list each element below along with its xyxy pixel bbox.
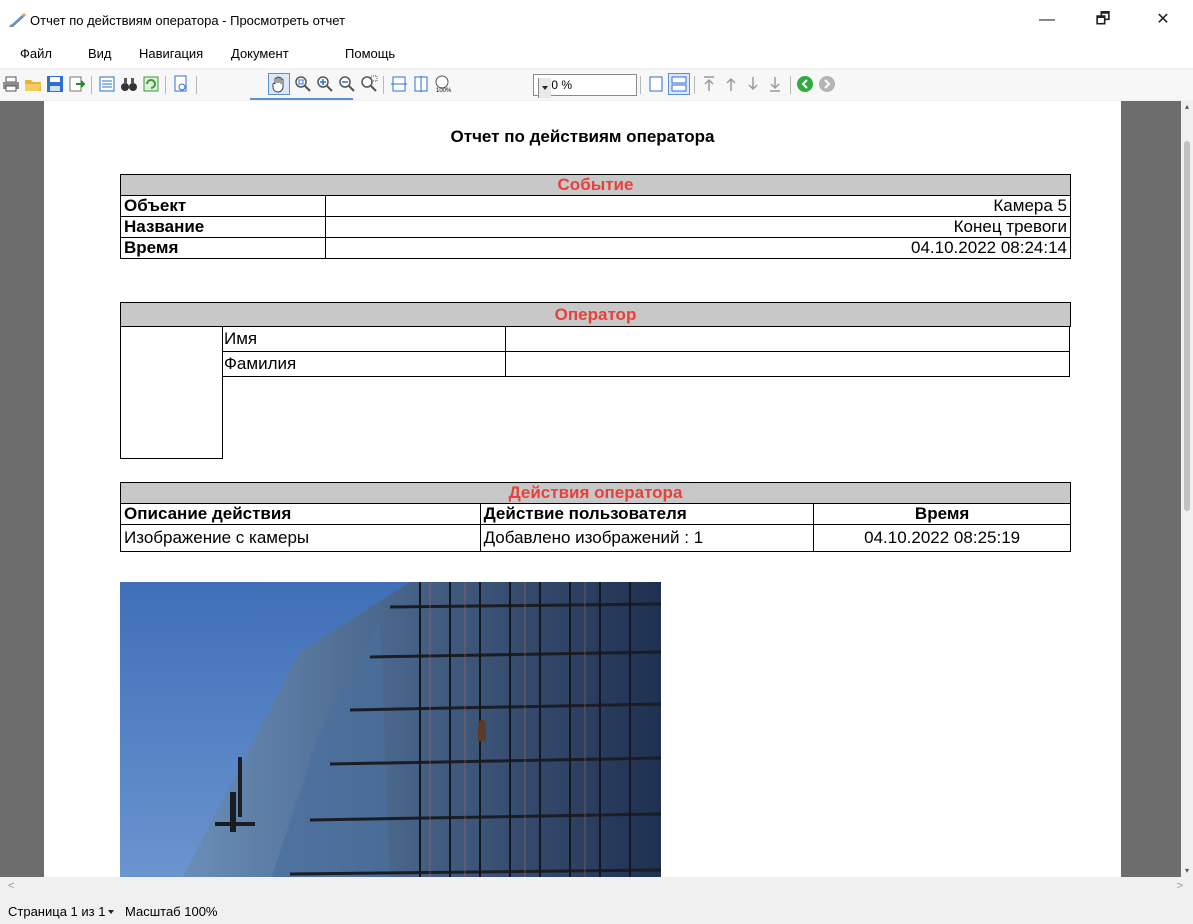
operator-label: Имя (222, 327, 506, 351)
svg-text:100%: 100% (436, 88, 452, 93)
camera-image (120, 582, 661, 877)
tool-group-indicator (250, 98, 353, 100)
print-icon[interactable] (0, 73, 22, 95)
toolbar-separator (196, 76, 197, 94)
document-viewport[interactable]: Отчет по действиям оператора Событие Объ… (0, 101, 1193, 877)
menu-bar: Файл Вид Навигация Документ Помощь (0, 40, 1193, 68)
export-icon[interactable] (66, 73, 88, 95)
report-title: Отчет по действиям оператора (450, 127, 715, 146)
actions-table: Действия оператора Описание действия Дей… (120, 482, 1071, 552)
toolbar-separator (165, 76, 166, 94)
menu-help[interactable]: Помощь (345, 46, 395, 61)
fit-width-icon[interactable] (388, 73, 410, 95)
last-page-icon[interactable] (764, 73, 786, 95)
zoom-in-icon[interactable] (314, 73, 336, 95)
open-icon[interactable] (22, 73, 44, 95)
table-row: Фамилия (222, 351, 1070, 377)
menu-navigation[interactable]: Навигация (139, 46, 203, 61)
table-row: Объект Камера 5 (120, 195, 1072, 217)
two-page-icon[interactable] (668, 73, 690, 95)
prev-page-icon[interactable] (720, 73, 742, 95)
operator-section-header: Оператор (120, 302, 1071, 327)
report-page: Отчет по действиям оператора Событие Объ… (44, 101, 1121, 877)
minimize-button[interactable]: — (1024, 0, 1070, 40)
actions-section-header: Действия оператора (120, 482, 1071, 504)
column-header: Время (813, 503, 1071, 525)
toolbar-separator (694, 76, 695, 94)
back-icon[interactable] (794, 73, 816, 95)
maximize-button[interactable]: 🗗 (1080, 0, 1126, 40)
zoom-indicator: Масштаб 100% (125, 904, 218, 919)
zoom-rect-icon[interactable] (292, 73, 314, 95)
window-title: Отчет по действиям оператора - Просмотре… (30, 13, 346, 28)
column-header: Описание действия (120, 503, 481, 525)
event-value: 04.10.2022 08:24:14 (324, 237, 1072, 259)
table-row: Событие (120, 174, 1071, 196)
vertical-scrollbar[interactable]: ▴ ▾ (1181, 101, 1193, 877)
scroll-down-icon[interactable]: ▾ (1183, 867, 1191, 875)
operator-label: Фамилия (222, 352, 506, 376)
operator-photo (120, 326, 223, 459)
table-row: Изображение с камеры Добавлено изображен… (120, 524, 1071, 552)
toc-icon[interactable] (96, 73, 118, 95)
action-description: Изображение с камеры (120, 524, 481, 552)
app-icon (8, 12, 26, 28)
event-value: Конец тревоги (324, 216, 1072, 238)
horizontal-scrollbar[interactable]: < > (0, 877, 1193, 895)
zoom-combobox[interactable]: 100 % (533, 74, 637, 98)
menu-view[interactable]: Вид (88, 46, 112, 61)
scroll-up-icon[interactable]: ▴ (1183, 103, 1191, 111)
menu-document[interactable]: Документ (231, 46, 289, 61)
toolbar-separator (790, 76, 791, 94)
hand-icon[interactable] (268, 73, 290, 95)
menu-file[interactable]: Файл (20, 46, 52, 61)
table-row: Имя (222, 326, 1070, 352)
toolbar: 100% 100 % (0, 70, 1193, 100)
zoom-out-icon[interactable] (336, 73, 358, 95)
save-icon[interactable] (44, 73, 66, 95)
page-indicator[interactable]: Страница 1 из 1 (8, 904, 105, 919)
zoom-region-icon[interactable] (358, 73, 380, 95)
event-section-header: Событие (120, 174, 1071, 196)
table-header-row: Описание действия Действие пользователя … (120, 503, 1071, 525)
action-time: 04.10.2022 08:25:19 (813, 524, 1071, 552)
operator-block: Оператор Имя Фамилия (120, 302, 1071, 459)
chevron-down-icon[interactable] (108, 910, 114, 914)
page-setup-icon[interactable] (170, 73, 192, 95)
close-button[interactable]: ✕ (1140, 0, 1186, 40)
scroll-thumb[interactable] (1184, 141, 1190, 511)
chevron-down-icon[interactable] (538, 78, 551, 98)
event-value: Камера 5 (324, 195, 1072, 217)
toolbar-separator (383, 76, 384, 94)
first-page-icon[interactable] (698, 73, 720, 95)
table-row: Название Конец тревоги (120, 216, 1072, 238)
find-icon[interactable] (118, 73, 140, 95)
refresh-icon[interactable] (140, 73, 162, 95)
action-user: Добавлено изображений : 1 (479, 524, 815, 552)
event-label: Объект (120, 195, 326, 217)
event-table: Событие Объект Камера 5 Название Конец тре… (120, 174, 1072, 259)
zoom-100-icon[interactable]: 100% (432, 73, 454, 95)
event-label: Время (120, 237, 326, 259)
fit-page-icon[interactable] (410, 73, 432, 95)
toolbar-separator (91, 76, 92, 94)
event-label: Название (120, 216, 326, 238)
table-row: Время 04.10.2022 08:24:14 (120, 237, 1072, 259)
column-header: Действие пользователя (479, 503, 815, 525)
table-row: Действия оператора (120, 482, 1071, 504)
title-bar: Отчет по действиям оператора - Просмотре… (0, 0, 1193, 40)
single-page-icon[interactable] (645, 73, 667, 95)
scroll-right-icon[interactable]: > (1177, 880, 1183, 892)
toolbar-separator (640, 76, 641, 94)
status-bar: Страница 1 из 1 Масштаб 100% (0, 895, 1193, 924)
next-page-icon[interactable] (742, 73, 764, 95)
scroll-left-icon[interactable]: < (8, 880, 14, 892)
forward-icon[interactable] (816, 73, 838, 95)
